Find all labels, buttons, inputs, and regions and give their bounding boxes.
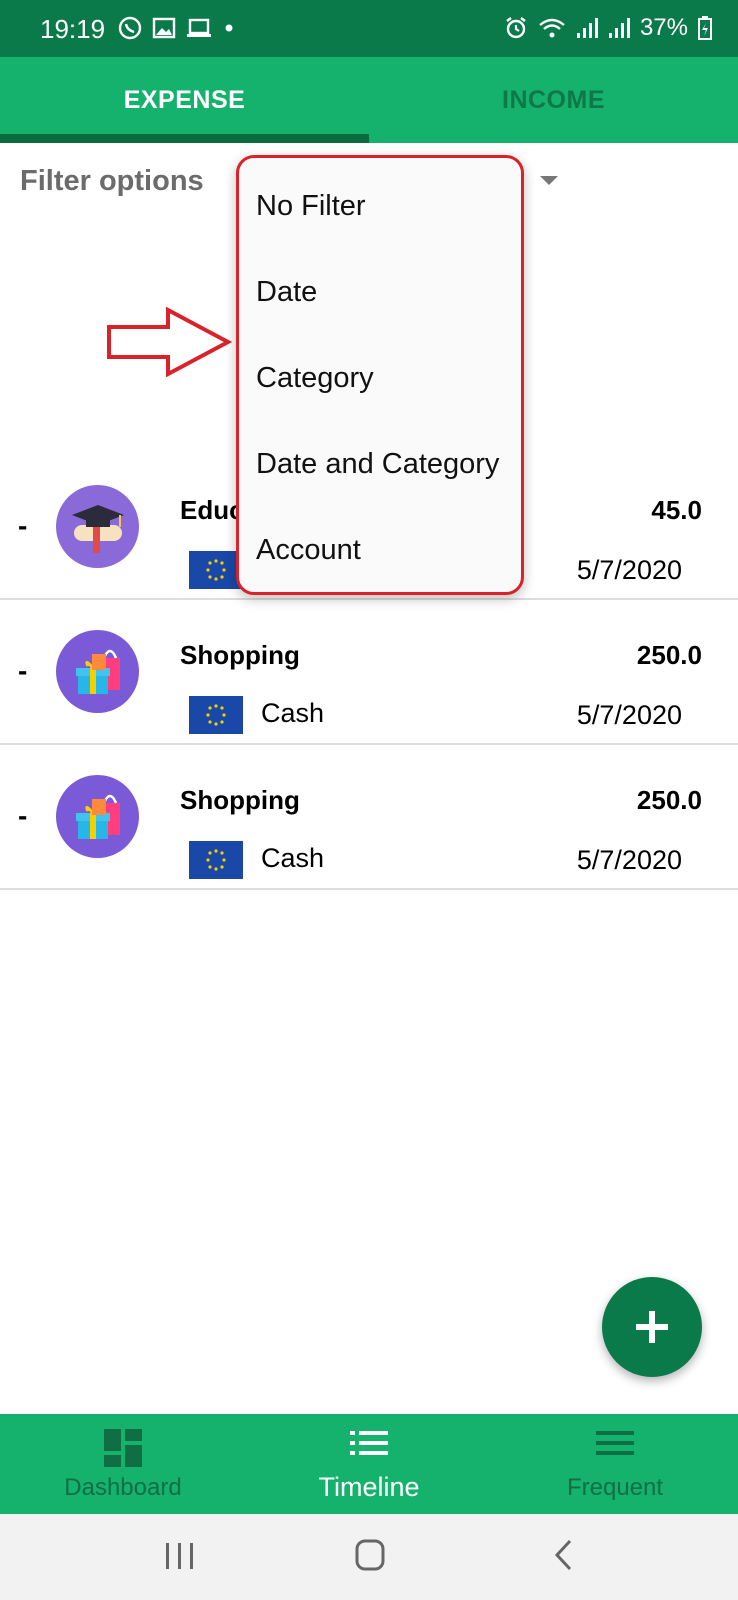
transaction-date: 5/7/2020 <box>576 700 682 730</box>
filter-label: Filter options <box>20 165 204 197</box>
add-transaction-button[interactable] <box>602 1277 702 1377</box>
shopping-bags-icon <box>56 775 139 858</box>
dashboard-icon <box>104 1429 142 1467</box>
signal-icon <box>576 18 598 38</box>
transaction-sign: - <box>18 510 28 541</box>
battery-percent: 37% <box>639 14 688 41</box>
eu-flag-icon <box>189 696 243 734</box>
nav-label: Frequent <box>566 1474 664 1501</box>
tab-indicator <box>0 134 369 143</box>
image-icon <box>152 17 176 39</box>
system-icons: 37% <box>504 14 712 42</box>
tab-bar: EXPENSE INCOME <box>0 57 738 143</box>
plus-icon <box>636 1311 668 1343</box>
chevron-down-icon[interactable] <box>540 176 558 185</box>
laptop-icon <box>187 18 211 37</box>
transaction-row[interactable]: - Shopping 250.0 Cash 5/7/2020 <box>0 745 738 890</box>
system-navigation-bar <box>0 1514 738 1600</box>
alarm-icon <box>506 17 526 39</box>
transaction-category: Shopping <box>180 640 300 670</box>
status-time: 19:19 <box>40 14 106 44</box>
eu-flag-icon <box>189 841 243 879</box>
filter-dropdown-menu: No Filter Date Category Date and Categor… <box>236 155 524 595</box>
tab-expense[interactable]: EXPENSE <box>0 57 369 143</box>
nav-frequent[interactable]: Frequent <box>492 1414 738 1514</box>
transaction-category: Educ <box>180 495 244 525</box>
menu-item-date-and-category[interactable]: Date and Category <box>256 448 499 481</box>
signal-r-icon <box>608 18 630 38</box>
transaction-account: Cash <box>261 843 325 873</box>
menu-item-date[interactable]: Date <box>256 276 317 309</box>
annotation-arrow-icon <box>107 307 232 377</box>
menu-item-no-filter[interactable]: No Filter <box>256 190 366 223</box>
transaction-row[interactable]: - Shopping 250.0 Cash 5/7/2020 <box>0 600 738 745</box>
transaction-date: 5/7/2020 <box>576 555 682 585</box>
transaction-category: Shopping <box>180 785 300 815</box>
eu-flag-icon <box>189 551 243 589</box>
graduation-icon <box>56 485 139 568</box>
transaction-account: Cash <box>261 698 325 728</box>
transaction-date: 5/7/2020 <box>576 845 682 875</box>
transaction-sign: - <box>18 655 28 686</box>
menu-item-category[interactable]: Category <box>256 362 374 395</box>
status-bar: 19:19 37% <box>0 0 738 57</box>
home-icon[interactable] <box>354 1538 386 1572</box>
nav-dashboard[interactable]: Dashboard <box>0 1414 246 1514</box>
list-icon <box>350 1431 388 1455</box>
shopping-bags-icon <box>56 630 139 713</box>
dot-icon <box>225 24 233 32</box>
menu-item-account[interactable]: Account <box>256 534 361 567</box>
battery-icon <box>698 16 712 40</box>
transaction-sign: - <box>18 800 28 831</box>
back-icon[interactable] <box>552 1538 576 1572</box>
notification-icons <box>118 16 236 40</box>
menu-icon <box>596 1431 634 1455</box>
transaction-amount: 45.0 <box>651 495 702 525</box>
bottom-navigation: Dashboard Timeline Frequent <box>0 1414 738 1514</box>
wifi-icon <box>539 18 565 38</box>
nav-timeline[interactable]: Timeline <box>246 1414 492 1514</box>
transaction-amount: 250.0 <box>636 640 702 670</box>
recent-apps-icon[interactable] <box>164 1541 196 1571</box>
transaction-amount: 250.0 <box>636 785 702 815</box>
nav-label: Dashboard <box>64 1474 182 1501</box>
nav-label: Timeline <box>318 1472 420 1502</box>
whatsapp-icon <box>118 16 142 40</box>
tab-income[interactable]: INCOME <box>369 57 738 143</box>
